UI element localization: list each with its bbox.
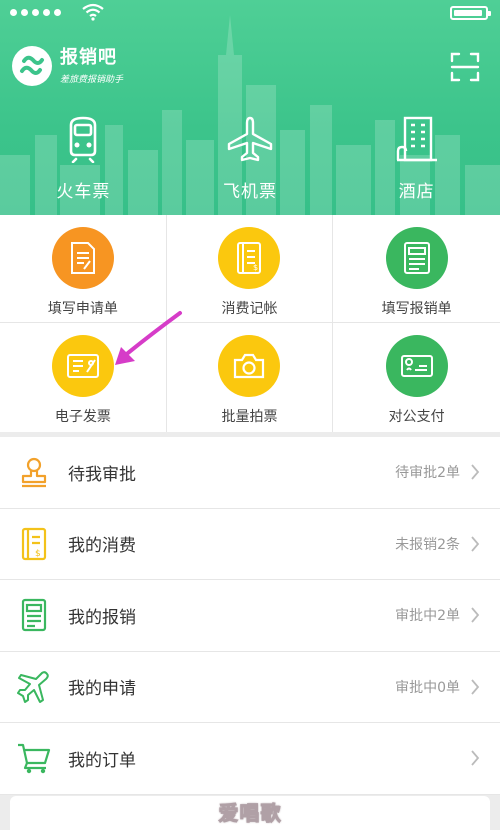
reimbursement-icon: [14, 595, 54, 635]
application-form-icon: [51, 227, 114, 289]
chevron-right-icon: [471, 607, 480, 623]
list-status: 待审批2单: [395, 465, 460, 482]
quick-actions-grid: 填写申请单 $ 消费记帐 填写报销单 电子发票 批量拍票 对公支付: [0, 215, 500, 432]
grid-label: 消费记帐: [221, 301, 278, 317]
corporate-payment-icon: [385, 335, 448, 397]
reimbursement-form-icon: [385, 227, 448, 289]
flight-request-icon: [14, 667, 54, 707]
status-bar: [0, 0, 500, 26]
list-item-my-requests[interactable]: 我的申请 审批中0单: [0, 652, 500, 723]
list-status: 审批中0单: [395, 679, 460, 696]
nav-flights[interactable]: 飞机票: [167, 115, 334, 202]
chevron-right-icon: [471, 678, 480, 695]
brand-name: 报销吧: [60, 46, 117, 68]
grid-label: 对公支付: [388, 409, 445, 425]
chevron-right-icon: [471, 750, 480, 766]
list-status: 未报销2条: [395, 536, 460, 553]
expense-ledger-icon: $: [218, 227, 281, 289]
svg-text:$: $: [35, 549, 41, 559]
menu-list: 待我审批 待审批2单 $ 我的消费 未报销2条 我的报销 审批中2单 我的申请 …: [0, 437, 500, 795]
list-title: 待我审批: [68, 464, 136, 485]
nav-train-tickets[interactable]: 火车票: [0, 115, 167, 202]
nav-hotel[interactable]: 酒店: [333, 115, 500, 202]
scan-icon[interactable]: [450, 52, 480, 82]
brand-slogan: 差旅费报销助手: [60, 74, 124, 85]
grid-label: 填写报销单: [381, 301, 452, 317]
header-banner: 报销吧 差旅费报销助手 火车票 飞机票 酒店: [0, 0, 500, 215]
list-title: 我的报销: [68, 607, 136, 628]
stamp-icon: [14, 452, 54, 492]
chevron-right-icon: [471, 535, 480, 552]
grid-item-fill-reimbursement[interactable]: 填写报销单: [333, 215, 500, 323]
chevron-right-icon: [471, 464, 480, 480]
watermark: 爱唱歌: [218, 801, 282, 826]
battery-icon: [450, 6, 491, 20]
list-title: 我的申请: [68, 679, 136, 700]
list-item-my-orders[interactable]: 我的订单: [0, 723, 500, 795]
plane-icon: [227, 116, 273, 162]
hotel-icon: [396, 116, 437, 162]
list-status: 审批中2单: [395, 608, 460, 625]
list-item-my-expenses[interactable]: $ 我的消费 未报销2条: [0, 509, 500, 580]
grid-label: 批量拍票: [221, 409, 278, 425]
svg-text:$: $: [253, 263, 258, 272]
list-item-pending-approval[interactable]: 待我审批 待审批2单: [0, 437, 500, 509]
nav-label-train: 火车票: [56, 182, 111, 202]
top-nav: 火车票 飞机票 酒店: [0, 115, 500, 202]
wifi-icon: [82, 3, 104, 21]
nav-label-flights: 飞机票: [222, 182, 277, 202]
grid-label: 电子发票: [54, 409, 111, 425]
signal-strength-icon: [10, 9, 61, 16]
annotation-arrow-icon: [115, 311, 182, 365]
list-item-my-reimbursements[interactable]: 我的报销 审批中2单: [0, 580, 500, 652]
grid-item-corporate-payment[interactable]: 对公支付: [333, 323, 500, 432]
brand: 报销吧 差旅费报销助手: [12, 46, 123, 86]
cart-icon: [14, 738, 54, 778]
list-title: 我的消费: [68, 536, 136, 557]
list-title: 我的订单: [68, 750, 136, 771]
nav-label-hotel: 酒店: [398, 182, 435, 202]
train-icon: [70, 116, 97, 163]
receipt-icon: $: [14, 524, 54, 564]
brand-logo-icon: [12, 46, 52, 86]
camera-icon: [218, 335, 281, 397]
